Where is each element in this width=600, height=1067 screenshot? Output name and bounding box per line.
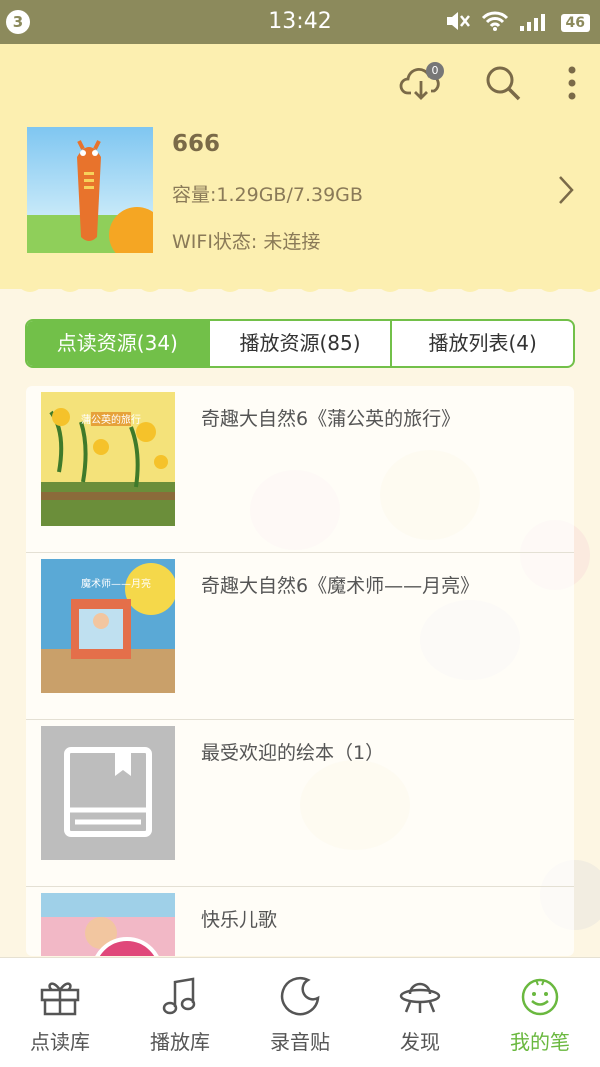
book-placeholder <box>41 726 175 860</box>
nav-label: 点读库 <box>30 1030 90 1054</box>
sticker-icon <box>278 976 322 1020</box>
nav-label: 我的笔 <box>510 1030 570 1054</box>
list-item-title: 奇趣大自然6《魔术师——月亮》 <box>201 575 480 597</box>
battery-icon: 46 <box>560 14 590 32</box>
gift-icon <box>38 976 82 1020</box>
tab-play-resources[interactable]: 播放资源(85) <box>207 321 391 366</box>
mute-icon <box>445 10 471 36</box>
book-cover: 快乐 <box>41 893 175 956</box>
nav-label: 录音贴 <box>270 1030 330 1054</box>
nav-item-read-library[interactable]: 点读库 <box>0 958 120 1067</box>
tab-playlists[interactable]: 播放列表(4) <box>390 321 573 366</box>
book-cover: 蒲公英的旅行 <box>41 392 175 526</box>
nav-item-recording-sticker[interactable]: 录音贴 <box>240 958 360 1067</box>
device-name: 666 <box>172 131 221 157</box>
signal-icon <box>519 10 551 36</box>
device-image[interactable] <box>27 127 153 253</box>
download-button[interactable]: 0 <box>398 62 444 108</box>
nav-label: 播放库 <box>150 1030 210 1054</box>
svg-text:蒲公英的旅行: 蒲公英的旅行 <box>81 413 141 426</box>
book-cover: 魔术师——月亮 <box>41 559 175 693</box>
list-item[interactable]: 最受欢迎的绘本（1） <box>26 720 574 887</box>
list-item[interactable]: 快乐 快乐儿歌 <box>26 887 574 956</box>
svg-text:魔术师——月亮: 魔术师——月亮 <box>81 577 151 590</box>
resource-tabs: 点读资源(34) 播放资源(85) 播放列表(4) <box>25 319 575 368</box>
list-item-title: 快乐儿歌 <box>201 909 278 931</box>
header-wave-divider <box>0 280 600 292</box>
more-vert-icon <box>567 65 577 105</box>
bottom-navigation: 点读库 播放库 录音贴 发现 我的笔 <box>0 957 600 1067</box>
ufo-icon <box>398 976 442 1020</box>
nav-item-my-pen[interactable]: 我的笔 <box>480 958 600 1067</box>
tab-read-resources[interactable]: 点读资源(34) <box>27 321 208 366</box>
list-item-title: 最受欢迎的绘本（1） <box>201 742 385 764</box>
nav-item-discover[interactable]: 发现 <box>360 958 480 1067</box>
status-bar: 3 13:42 46 <box>0 0 600 44</box>
music-note-icon <box>158 976 202 1020</box>
download-count-badge: 0 <box>426 62 444 80</box>
resource-list: 蒲公英的旅行 奇趣大自然6《蒲公英的旅行》 魔术师——月亮 奇趣大自然6《魔术师… <box>26 386 574 956</box>
device-capacity: 容量:1.29GB/7.39GB <box>172 184 363 206</box>
search-button[interactable] <box>480 62 526 108</box>
search-icon <box>483 63 523 107</box>
more-button[interactable] <box>562 62 582 108</box>
smiley-icon <box>518 976 562 1020</box>
list-item[interactable]: 魔术师——月亮 奇趣大自然6《魔术师——月亮》 <box>26 553 574 720</box>
list-item-title: 奇趣大自然6《蒲公英的旅行》 <box>201 408 461 430</box>
nav-item-play-library[interactable]: 播放库 <box>120 958 240 1067</box>
nav-label: 发现 <box>400 1030 440 1054</box>
chevron-right-icon <box>556 176 576 210</box>
device-wifi-status: WIFI状态: 未连接 <box>172 231 321 253</box>
wifi-icon <box>481 10 509 36</box>
list-item[interactable]: 蒲公英的旅行 奇趣大自然6《蒲公英的旅行》 <box>26 386 574 553</box>
book-icon <box>41 747 175 860</box>
device-detail-button[interactable] <box>556 174 576 210</box>
